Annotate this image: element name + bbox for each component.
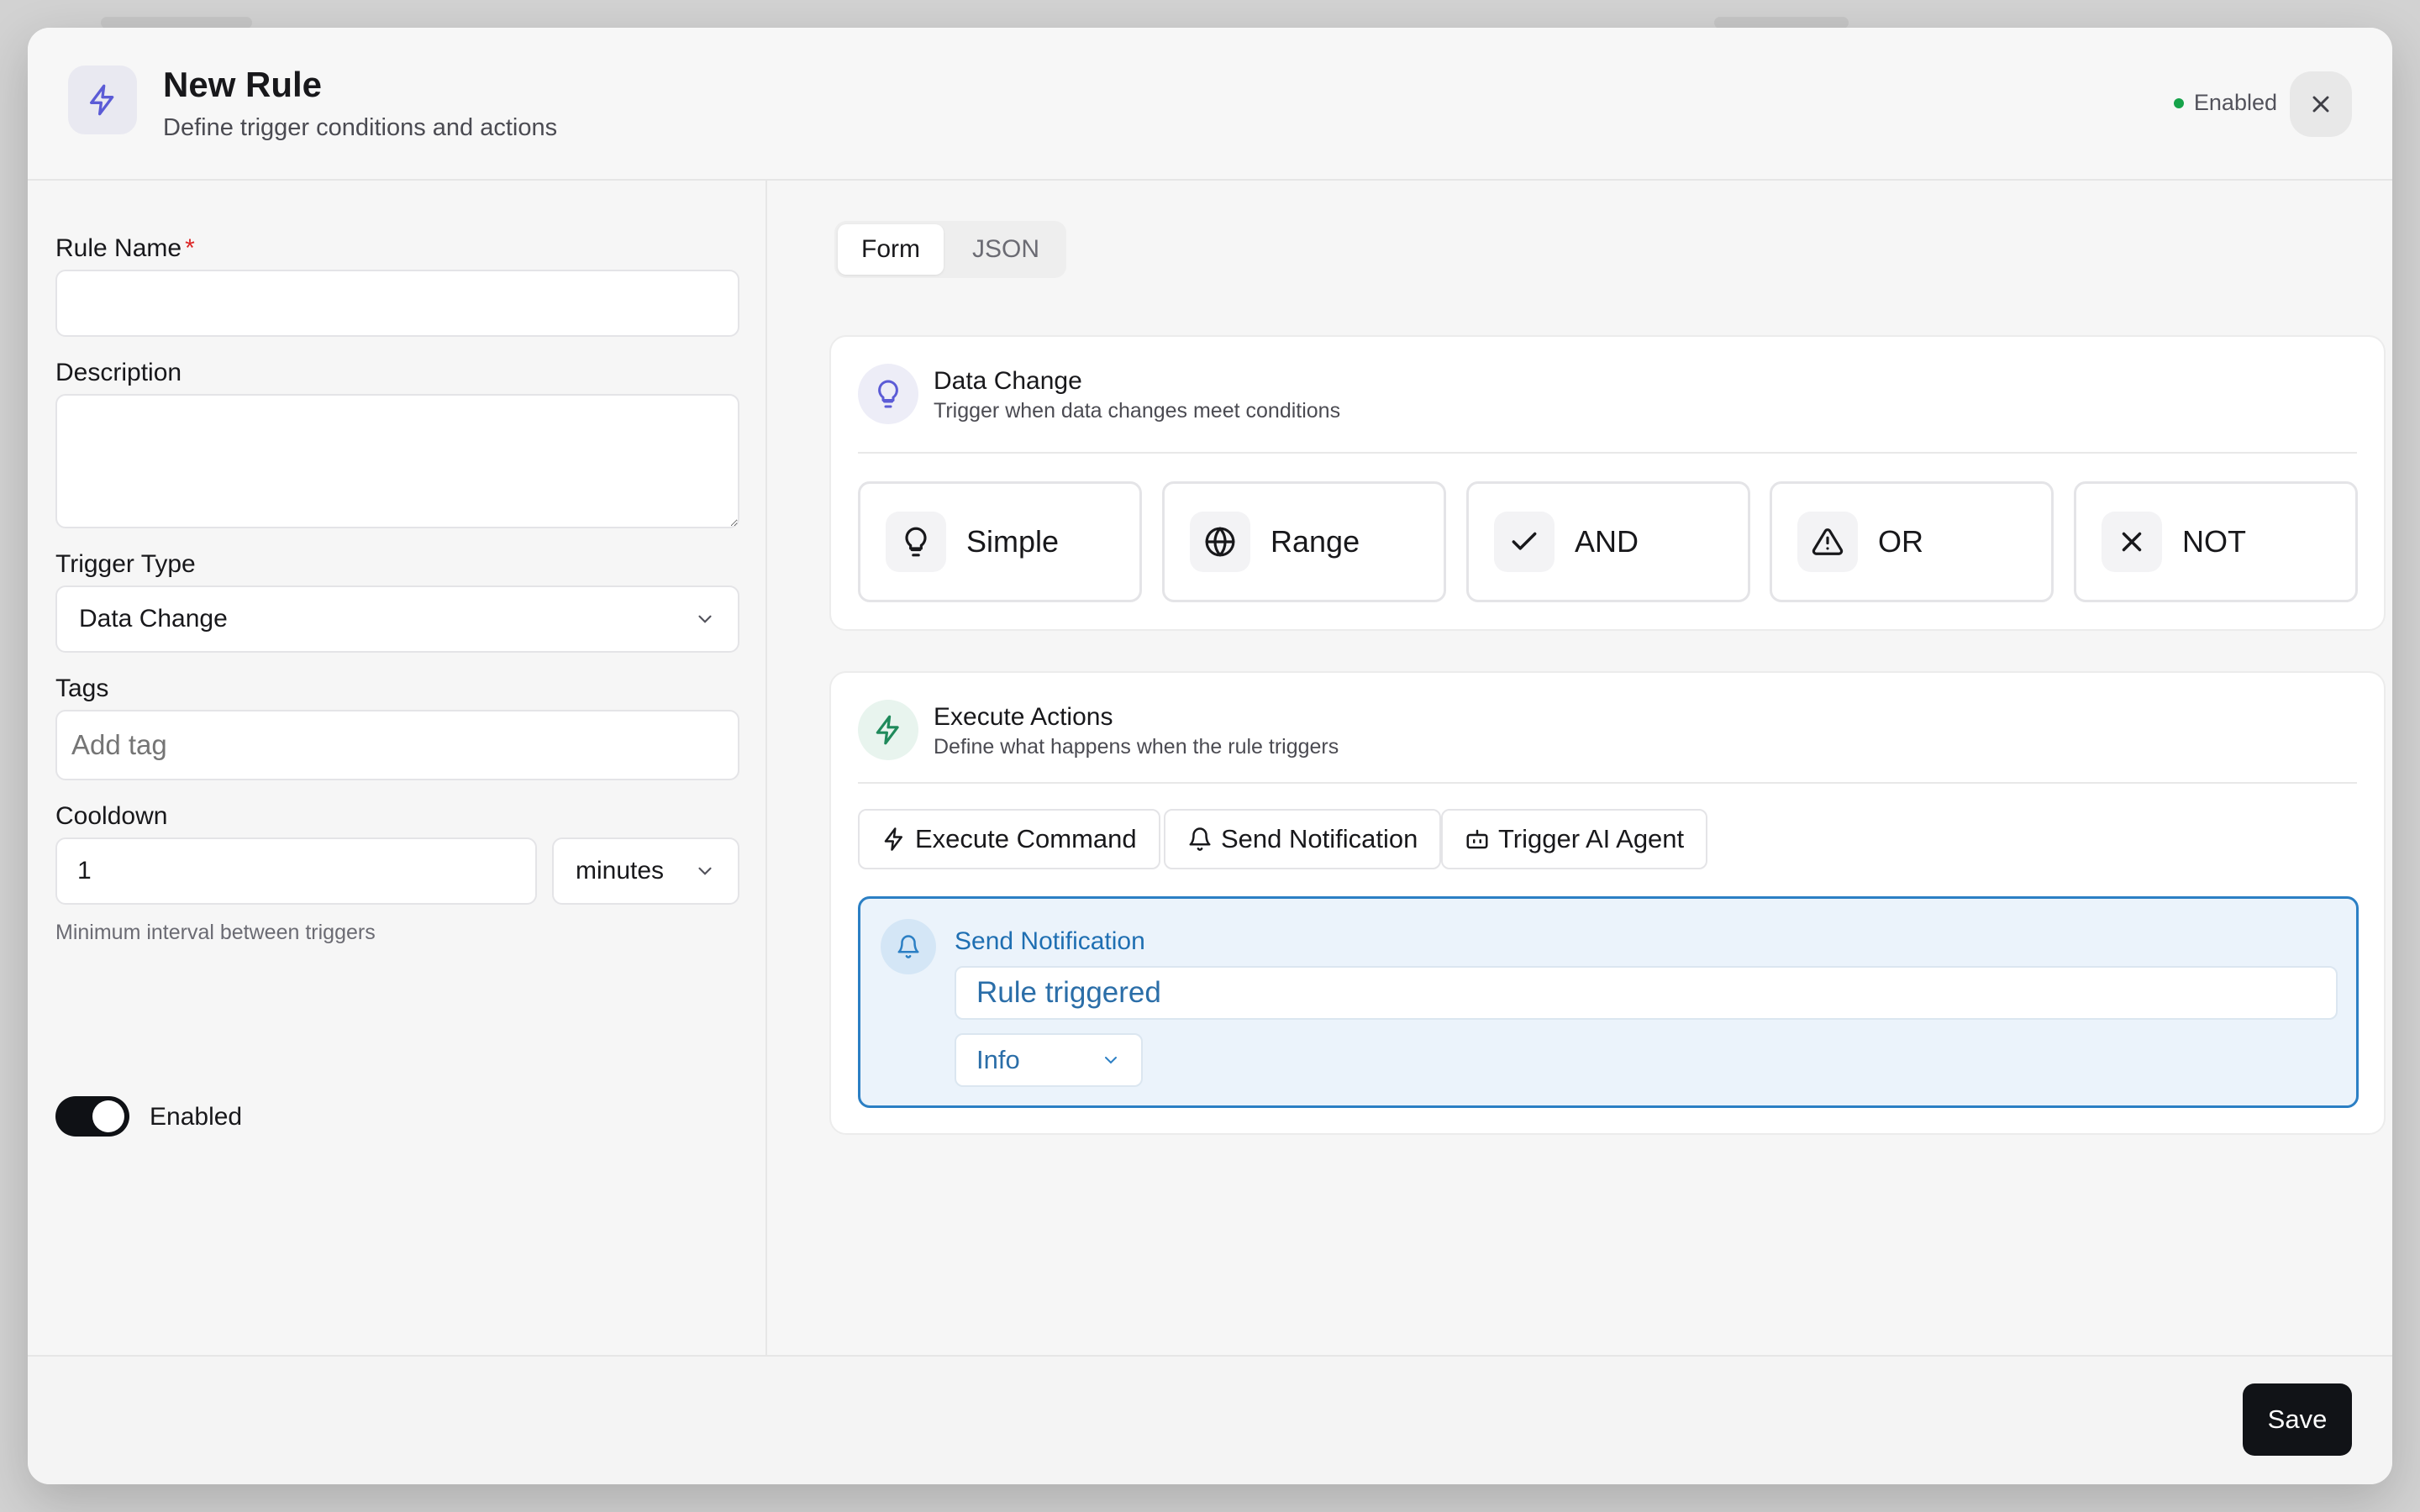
check-icon	[1494, 512, 1555, 572]
enabled-label: Enabled	[150, 1103, 243, 1131]
lightbulb-icon	[858, 364, 918, 424]
trigger-type-select[interactable]: Data Change	[55, 585, 739, 653]
status-badge: Enabled	[2173, 90, 2277, 116]
condition-not-button[interactable]: NOT	[2074, 481, 2358, 602]
required-marker: *	[185, 234, 195, 262]
condition-label: Simple	[966, 524, 1060, 559]
rule-name-input[interactable]	[55, 270, 739, 337]
backdrop-placeholder	[1714, 17, 1849, 29]
description-textarea[interactable]	[55, 394, 739, 528]
x-icon	[2102, 512, 2162, 572]
condition-label: AND	[1575, 524, 1639, 559]
dialog-footer: Save	[28, 1355, 2392, 1484]
tab-json[interactable]: JSON	[949, 224, 1063, 275]
rule-name-label: Rule Name *	[55, 234, 195, 262]
chevron-down-icon	[1105, 1057, 1117, 1064]
backdrop-placeholder	[101, 17, 252, 29]
dialog-subtitle: Define trigger conditions and actions	[163, 114, 558, 141]
cooldown-label: Cooldown	[55, 802, 168, 830]
tags-label: Tags	[55, 675, 109, 702]
condition-range-button[interactable]: Range	[1162, 481, 1446, 602]
bolt-icon	[858, 700, 918, 760]
notification-title: Send Notification	[955, 927, 1145, 955]
status-dot-icon	[2173, 97, 2184, 108]
trigger-type-label: Trigger Type	[55, 550, 196, 578]
toggle-knob	[92, 1100, 124, 1132]
actions-card-title: Execute Actions	[934, 703, 1113, 731]
condition-label: Range	[1270, 524, 1360, 559]
robot-icon	[1466, 829, 1488, 849]
chevron-down-icon	[698, 867, 712, 875]
tab-form[interactable]: Form	[838, 224, 944, 275]
divider	[858, 782, 2357, 784]
notification-action: Send Notification Rule triggered Info	[858, 896, 2359, 1108]
bolt-icon	[68, 66, 137, 134]
rule-builder-panel: Form JSON Data Change Trigger when data …	[769, 181, 2392, 1355]
actions-card: Execute Actions Define what happens when…	[829, 671, 2386, 1135]
cooldown-unit-select[interactable]: minutes	[552, 837, 739, 905]
notification-message-input[interactable]: Rule triggered	[955, 966, 2338, 1020]
condition-label: OR	[1878, 524, 1923, 559]
trigger-card-title: Data Change	[934, 367, 1082, 395]
action-label: Execute Command	[915, 824, 1137, 853]
trigger-type-value: Data Change	[79, 605, 228, 633]
tags-input[interactable]	[55, 710, 739, 780]
new-rule-dialog: New Rule Define trigger conditions and a…	[28, 28, 2392, 1484]
dialog-title: New Rule	[163, 65, 323, 104]
trigger-card-subtitle: Trigger when data changes meet condition…	[934, 399, 1341, 423]
close-icon	[2312, 96, 2329, 113]
actions-card-subtitle: Define what happens when the rule trigge…	[934, 735, 1339, 759]
chevron-down-icon	[698, 615, 712, 623]
condition-label: NOT	[2182, 524, 2246, 559]
lightbulb-icon	[886, 512, 946, 572]
close-button[interactable]	[2290, 71, 2352, 137]
save-button[interactable]: Save	[2243, 1383, 2352, 1456]
cooldown-hint: Minimum interval between triggers	[55, 921, 376, 944]
status-label: Enabled	[2193, 90, 2277, 115]
notification-level-select[interactable]: Info	[955, 1033, 1143, 1087]
trigger-ai-agent-button[interactable]: Trigger AI Agent	[1441, 809, 1708, 869]
action-label: Send Notification	[1221, 824, 1418, 853]
cooldown-input[interactable]	[55, 837, 537, 905]
send-notification-button[interactable]: Send Notification	[1164, 809, 1442, 869]
bolt-icon	[884, 827, 902, 851]
rule-settings-panel: Rule Name * Description Trigger Type Data…	[28, 181, 767, 1355]
action-label: Trigger AI Agent	[1498, 824, 1685, 853]
condition-simple-button[interactable]: Simple	[858, 481, 1142, 602]
bell-icon	[881, 919, 936, 974]
divider	[858, 452, 2357, 454]
warning-icon	[1797, 512, 1858, 572]
trigger-card: Data Change Trigger when data changes me…	[829, 335, 2386, 631]
globe-icon	[1190, 512, 1250, 572]
dialog-header: New Rule Define trigger conditions and a…	[28, 28, 2392, 181]
condition-and-button[interactable]: AND	[1466, 481, 1750, 602]
notification-level-value: Info	[976, 1045, 1020, 1074]
description-label: Description	[55, 359, 182, 386]
cooldown-unit-value: minutes	[576, 857, 665, 885]
bell-icon	[1189, 827, 1211, 851]
condition-or-button[interactable]: OR	[1770, 481, 2054, 602]
view-tabs: Form JSON	[834, 221, 1067, 278]
enabled-toggle[interactable]	[55, 1096, 129, 1137]
execute-command-button[interactable]: Execute Command	[858, 809, 1160, 869]
